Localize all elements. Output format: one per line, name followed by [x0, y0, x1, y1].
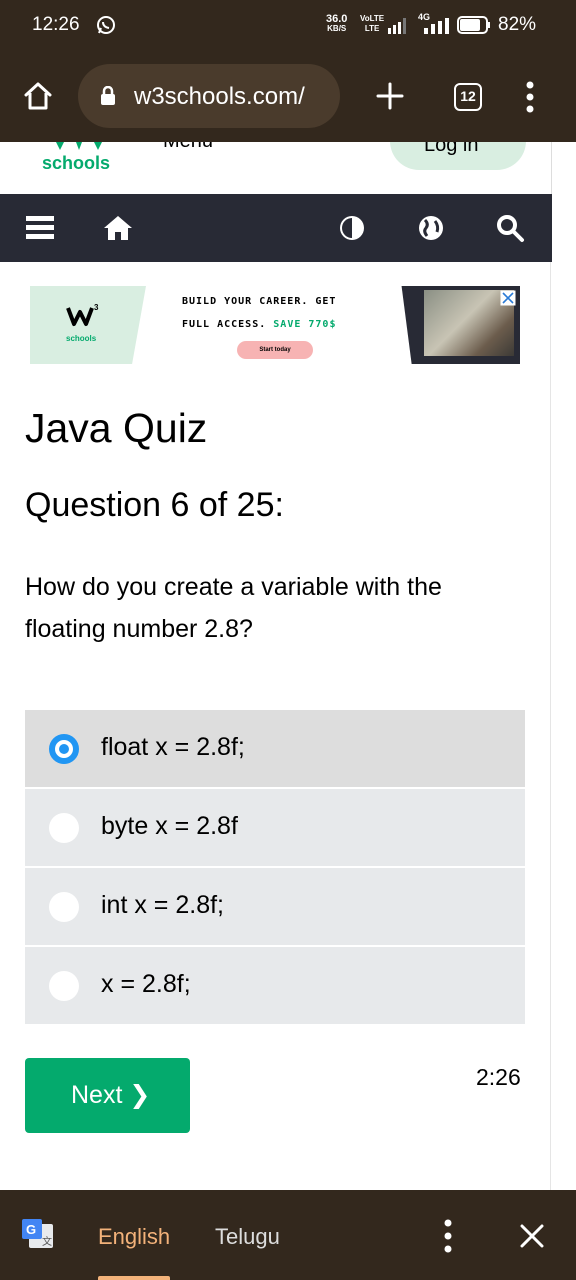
globe-icon[interactable]: [415, 212, 447, 244]
selected-tab-indicator: [98, 1276, 170, 1280]
answer-options: float x = 2.8f; byte x = 2.8f int x = 2.…: [25, 710, 525, 1026]
google-translate-icon[interactable]: G 文: [21, 1218, 55, 1252]
question-number: Question 6 of 25:: [25, 486, 284, 524]
signal-icon: [388, 18, 406, 34]
w3schools-logo-icon: [56, 142, 102, 150]
contrast-toggle-icon[interactable]: [336, 212, 368, 244]
ad-headline: BUILD YOUR CAREER. GET: [182, 296, 337, 307]
next-button[interactable]: Next ❯: [25, 1058, 190, 1133]
network-speed: 36.0 KB/S: [326, 13, 348, 34]
menu-link[interactable]: Menu: [163, 142, 213, 153]
ad-subline: FULL ACCESS. SAVE 770$: [182, 319, 337, 330]
svg-text:文: 文: [42, 1235, 52, 1248]
hamburger-menu-icon[interactable]: [24, 212, 56, 244]
volte-indicator: VoLTE LTE: [360, 14, 385, 33]
site-header: schools Menu Log in: [0, 142, 552, 194]
page-edge-divider: [550, 262, 551, 1190]
login-button[interactable]: Log in: [390, 142, 526, 170]
ad-cta-button[interactable]: Start today: [237, 341, 313, 359]
status-time: 12:26: [32, 14, 80, 35]
ad-close-icon[interactable]: [500, 290, 516, 306]
whatsapp-icon: [97, 16, 115, 34]
radio-button[interactable]: [49, 892, 79, 922]
answer-option[interactable]: x = 2.8f;: [25, 947, 525, 1024]
translate-target-language-tab[interactable]: Telugu: [215, 1224, 280, 1250]
site-logo-text[interactable]: schools: [42, 153, 110, 174]
battery-icon: [457, 16, 490, 34]
new-tab-icon[interactable]: [374, 80, 406, 112]
home-icon[interactable]: [102, 212, 134, 244]
browser-toolbar: w3schools.com/ 12: [0, 52, 576, 142]
translate-bar: G 文 English Telugu: [0, 1190, 576, 1280]
question-text: How do you create a variable with the fl…: [25, 573, 442, 643]
svg-text:G: G: [26, 1222, 36, 1237]
answer-option[interactable]: int x = 2.8f;: [25, 868, 525, 945]
close-icon[interactable]: [520, 1224, 544, 1248]
quiz-timer: 2:26: [476, 1064, 521, 1090]
radio-button[interactable]: [49, 813, 79, 843]
radio-button[interactable]: [49, 971, 79, 1001]
w3schools-logo-icon: 3: [66, 303, 99, 326]
ad-logo: 3 schools: [30, 286, 146, 364]
more-menu-icon[interactable]: [522, 80, 538, 114]
advertisement-banner[interactable]: 3 schools BUILD YOUR CAREER. GET FULL AC…: [30, 286, 520, 364]
battery-percent: 82%: [498, 14, 537, 35]
radio-button-checked[interactable]: [49, 734, 79, 764]
answer-option[interactable]: byte x = 2.8f: [25, 789, 525, 866]
url-text: w3schools.com/: [134, 83, 305, 110]
search-icon[interactable]: [494, 212, 526, 244]
home-icon[interactable]: [22, 80, 54, 112]
address-bar[interactable]: w3schools.com/: [78, 64, 340, 128]
status-bar: 12:26 36.0 KB/S VoLTE LTE 4G 82%: [0, 0, 576, 52]
translate-more-icon[interactable]: [441, 1218, 455, 1254]
tab-switcher-button[interactable]: 12: [454, 83, 482, 111]
answer-option[interactable]: float x = 2.8f;: [25, 710, 525, 787]
lock-icon: [101, 86, 115, 105]
svg-text:3: 3: [94, 303, 99, 312]
translate-source-language-tab[interactable]: English: [98, 1224, 170, 1250]
topic-navbar: [0, 194, 552, 262]
page-title: Java Quiz: [25, 405, 208, 451]
network-4g-indicator: 4G: [418, 12, 452, 34]
